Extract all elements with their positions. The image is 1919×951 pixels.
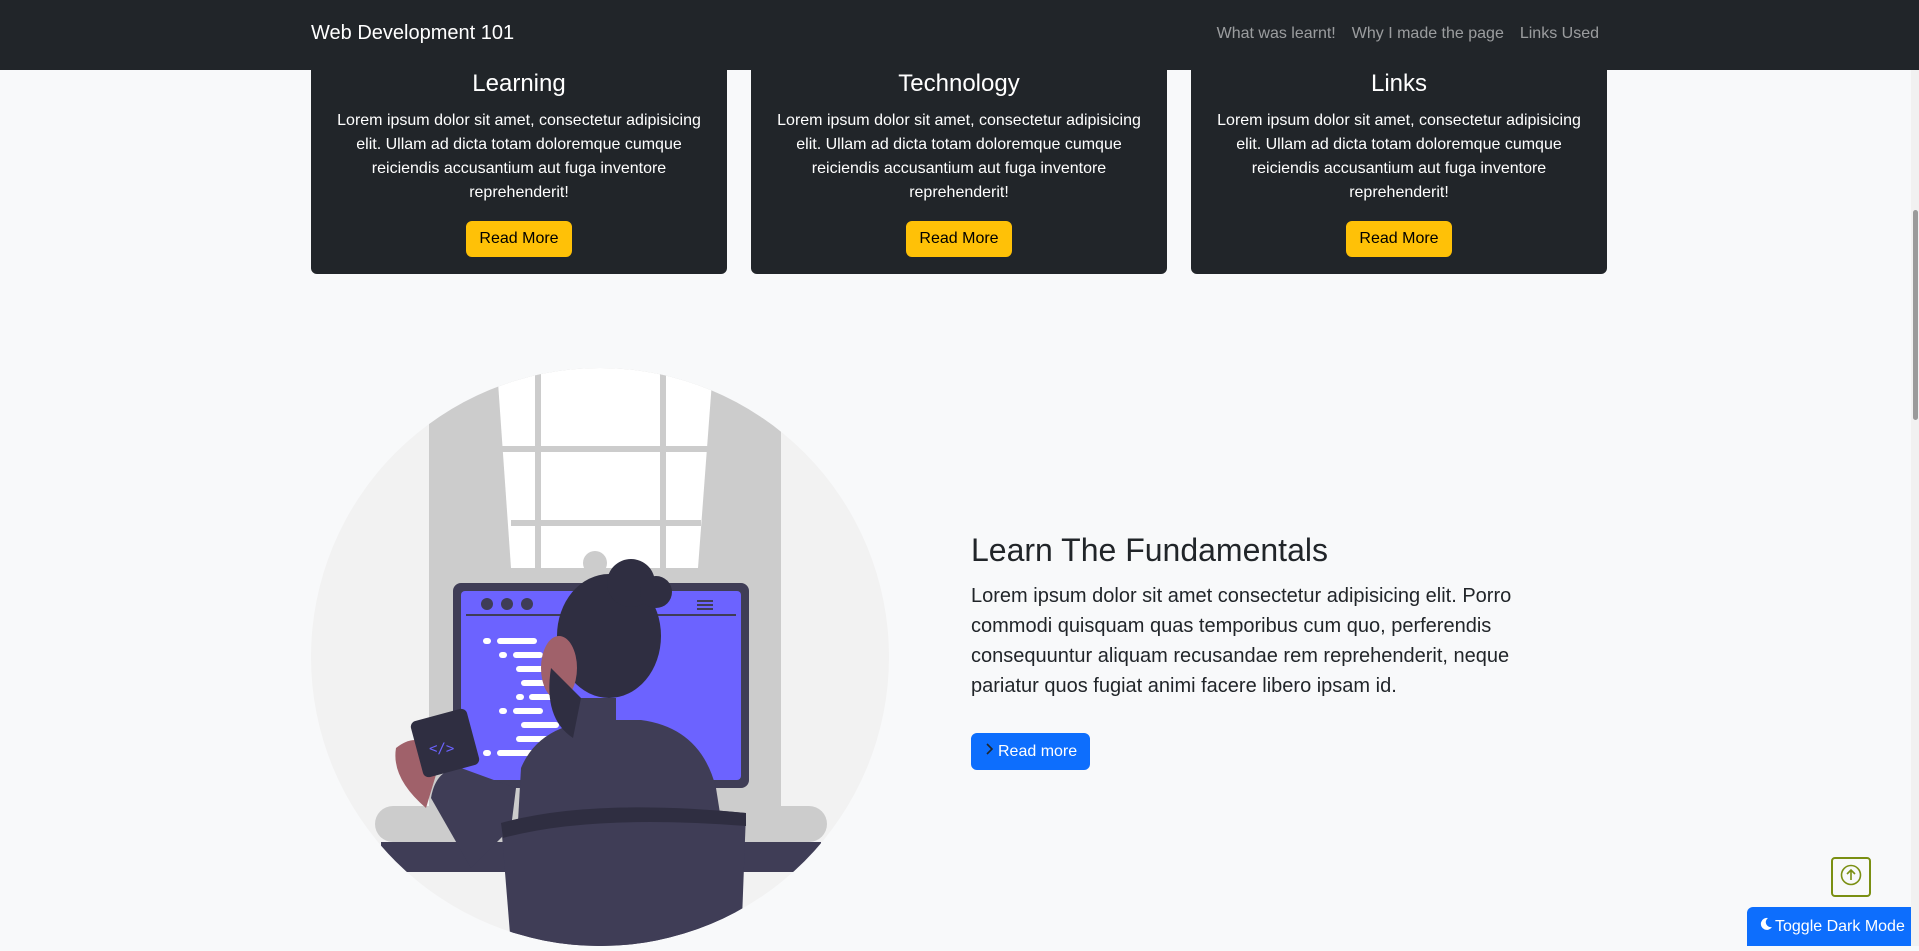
hero-text: Learn The Fundamentals Lorem ipsum dolor…: [971, 531, 1576, 771]
moon-icon: [1759, 917, 1773, 936]
card-links: Links Lorem ipsum dolor sit amet, consec…: [1191, 58, 1607, 274]
card-title: Links: [1370, 70, 1428, 97]
scrollbar-track[interactable]: [1911, 70, 1919, 946]
scrollbar-thumb[interactable]: [1913, 210, 1918, 420]
person-coding-illustration: </>: [311, 368, 889, 946]
hero-title: Learn The Fundamentals: [971, 532, 1328, 568]
hero-read-more-label: Read more: [998, 742, 1078, 760]
cards-row: Learning Lorem ipsum dolor sit amet, con…: [311, 58, 1607, 274]
nav-link-what-was-learnt[interactable]: What was learnt!: [1217, 25, 1336, 43]
read-more-button[interactable]: Read More: [1346, 220, 1452, 257]
nav-link-why-made[interactable]: Why I made the page: [1352, 25, 1504, 43]
hero-lead: Lorem ipsum dolor sit amet consectetur a…: [971, 585, 1512, 698]
chevron-right-icon: [984, 742, 994, 761]
card-text: Lorem ipsum dolor sit amet, consectetur …: [1217, 111, 1581, 201]
card-technology: Technology Lorem ipsum dolor sit amet, c…: [751, 58, 1167, 274]
nav-links: What was learnt! Why I made the page Lin…: [1217, 25, 1599, 43]
read-more-button[interactable]: Read More: [466, 220, 572, 257]
scroll-to-top-button[interactable]: [1831, 857, 1871, 897]
toggle-dark-mode-button[interactable]: Toggle Dark Mode: [1747, 907, 1919, 946]
card-title: Learning: [472, 70, 566, 97]
arrow-up-icon: [1840, 864, 1862, 891]
card-text: Lorem ipsum dolor sit amet, consectetur …: [337, 111, 701, 201]
hero-read-more-button[interactable]: Read more: [971, 733, 1091, 771]
brand-link[interactable]: Web Development 101: [311, 22, 514, 45]
card-title: Technology: [898, 70, 1020, 97]
code-glyph: </>: [429, 741, 454, 757]
toggle-dark-mode-label: Toggle Dark Mode: [1775, 917, 1905, 935]
card-text: Lorem ipsum dolor sit amet, consectetur …: [777, 111, 1141, 201]
nav-link-links-used[interactable]: Links Used: [1520, 25, 1599, 43]
card-learning: Learning Lorem ipsum dolor sit amet, con…: [311, 58, 727, 274]
navbar: Web Development 101 What was learnt! Why…: [0, 0, 1919, 70]
read-more-button[interactable]: Read More: [906, 220, 1012, 257]
